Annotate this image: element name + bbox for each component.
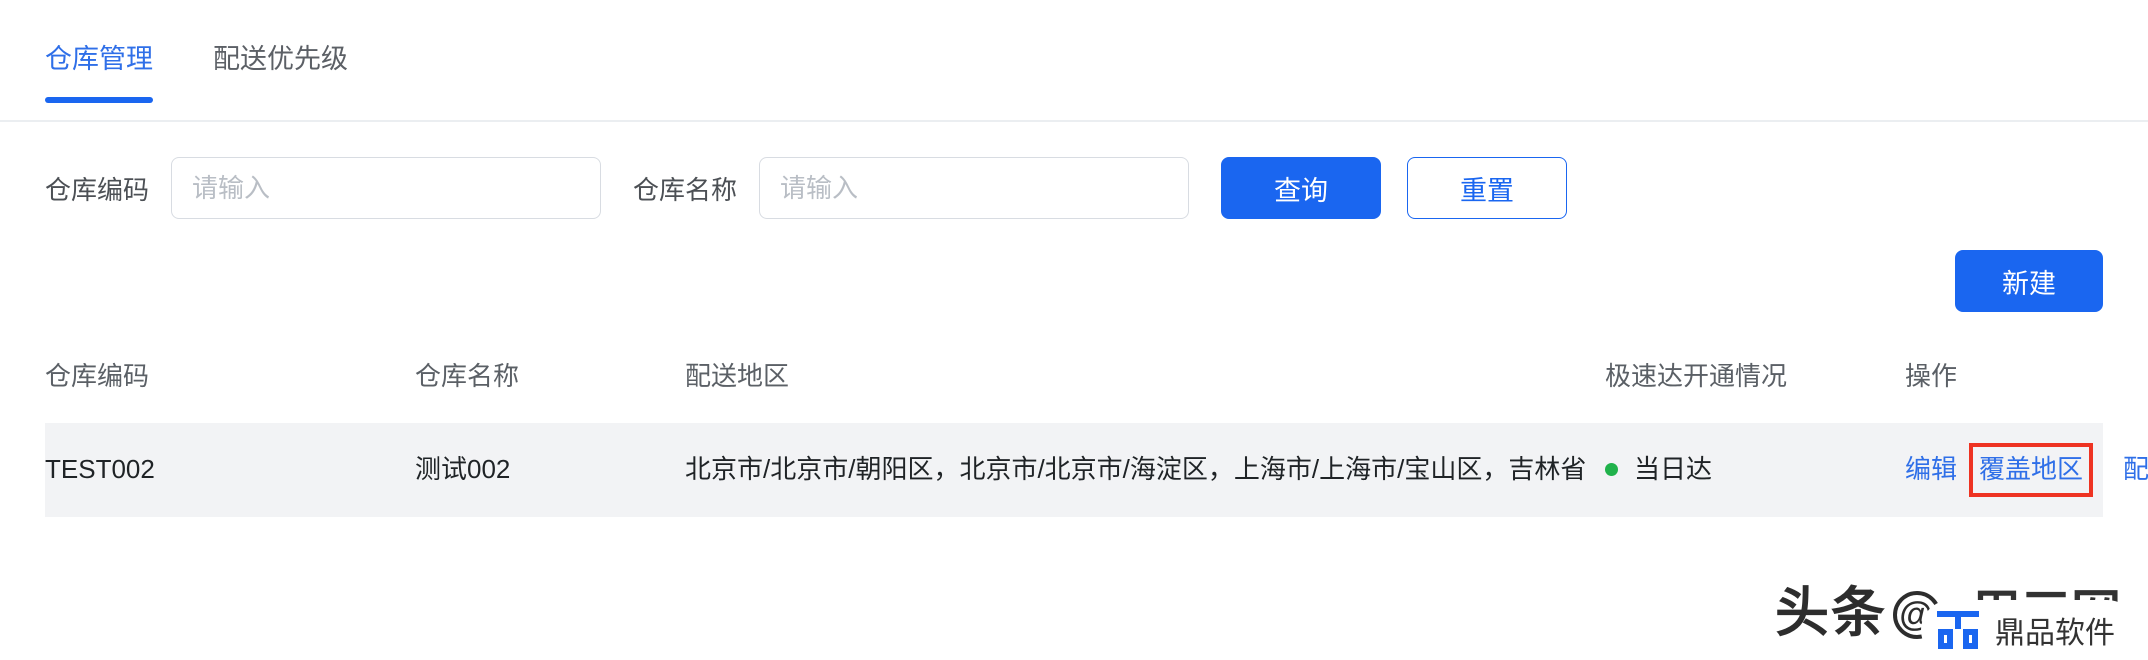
status-badge: 当日达	[1605, 451, 1905, 489]
watermark-overlay: 头条 用三网 鼎品软件	[1775, 582, 2148, 660]
dingpin-logo-icon	[1937, 611, 1979, 649]
warehouse-code-field: 仓库编码	[45, 157, 602, 219]
cell-delivery-region: 北京市/北京市/朝阳区，北京市/北京市/海淀区，上海市/上海市/宝山区，吉林省	[685, 423, 1605, 517]
op-link-coverage-region[interactable]: 覆盖地区	[1969, 443, 2094, 497]
warehouse-table: 仓库编码 仓库名称 配送地区 极速达开通情况 操作 TEST002 测试002 …	[45, 334, 2148, 517]
warehouse-table-container: 仓库编码 仓库名称 配送地区 极速达开通情况 操作 TEST002 测试002 …	[45, 334, 2148, 517]
table-row[interactable]: TEST002 测试002 北京市/北京市/朝阳区，北京市/北京市/海淀区，上海…	[45, 423, 2148, 517]
at-symbol-icon	[1893, 591, 1941, 639]
watermark-head-label: 头条	[1775, 583, 1887, 643]
table-action-bar: 新建	[0, 222, 2148, 334]
cell-status: 当日达	[1605, 423, 1905, 517]
column-header-status[interactable]: 极速达开通情况	[1605, 334, 1905, 423]
watermark-tail-label: 用三网	[1971, 585, 2121, 641]
search-filter-bar: 仓库编码 仓库名称 查询 重置	[0, 122, 2148, 222]
watermark-brand-badge: 鼎品软件	[1921, 600, 2137, 660]
watermark-toutiao-text: 头条	[1775, 586, 1941, 640]
reset-button[interactable]: 重置	[1407, 157, 1568, 219]
warehouse-code-label: 仓库编码	[45, 174, 150, 205]
op-link-delivery-time[interactable]: 配送时效	[2123, 454, 2148, 484]
column-header-name[interactable]: 仓库名称	[415, 334, 685, 423]
tab-bar: 仓库管理 配送优先级	[0, 0, 2148, 122]
table-header: 仓库编码 仓库名称 配送地区 极速达开通情况 操作	[45, 334, 2103, 423]
operations-group: 编辑覆盖地区 配送时效	[1905, 443, 2148, 497]
column-header-region[interactable]: 配送地区	[685, 334, 1345, 423]
cell-operations: 编辑覆盖地区 配送时效	[1905, 423, 2148, 517]
column-header-code[interactable]: 仓库编码	[45, 334, 415, 423]
op-link-edit[interactable]: 编辑	[1905, 454, 1957, 484]
query-button[interactable]: 查询	[1221, 157, 1382, 219]
column-header-ops[interactable]: 操作	[1905, 334, 2103, 423]
warehouse-name-label: 仓库名称	[633, 174, 738, 205]
watermark-brand-label: 鼎品软件	[1995, 617, 2115, 650]
tab-warehouse-management[interactable]: 仓库管理	[45, 0, 153, 103]
create-button[interactable]: 新建	[1955, 250, 2103, 312]
warehouse-name-field: 仓库名称	[633, 157, 1190, 219]
status-dot-icon	[1605, 463, 1618, 477]
tab-delivery-priority[interactable]: 配送优先级	[213, 0, 348, 73]
warehouse-name-input[interactable]	[759, 157, 1190, 219]
cell-warehouse-code: TEST002	[45, 423, 415, 517]
cell-warehouse-name: 测试002	[415, 423, 685, 517]
table-header-row: 仓库编码 仓库名称 配送地区 极速达开通情况 操作	[45, 334, 2103, 423]
column-spacer	[1345, 334, 1605, 423]
status-label: 当日达	[1634, 454, 1713, 484]
warehouse-code-input[interactable]	[171, 157, 602, 219]
table-body: TEST002 测试002 北京市/北京市/朝阳区，北京市/北京市/海淀区，上海…	[45, 423, 2148, 517]
